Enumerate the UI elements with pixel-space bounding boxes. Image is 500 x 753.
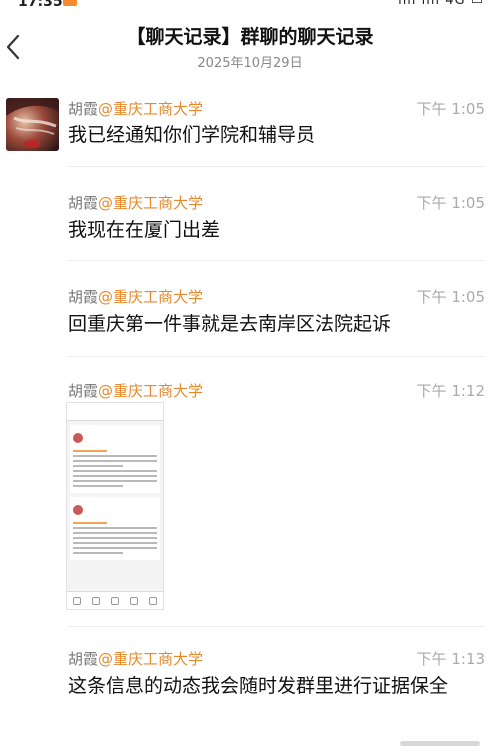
message-text: 我现在在厦门出差: [68, 219, 221, 241]
message-time: 下午 1:05: [416, 288, 485, 306]
sender-label: 胡霞@重庆工商大学: [68, 648, 203, 669]
sender-org-link[interactable]: @重庆工商大学: [98, 650, 203, 668]
message-text: 这条信息的动态我会随时发群里进行证据保全: [68, 675, 449, 697]
message-time: 下午 1:13: [416, 650, 485, 668]
status-time: 17:35: [18, 0, 63, 10]
screenshot-thumbnail[interactable]: [66, 402, 164, 610]
divider: [68, 260, 485, 261]
home-indicator[interactable]: [400, 741, 480, 746]
chat-message: 胡霞@重庆工商大学 下午 1:05 我已经通知你们学院和辅导员: [0, 96, 500, 166]
sender-name: 胡霞: [68, 288, 99, 306]
message-text: 回重庆第一件事就是去南岸区法院起诉: [68, 313, 392, 335]
status-bar: 17:35 ııll ııll 4G ▭: [0, 0, 500, 14]
sender-org-link[interactable]: @重庆工商大学: [98, 194, 203, 212]
sender-org-link[interactable]: @重庆工商大学: [98, 100, 203, 118]
message-time: 下午 1:12: [416, 382, 485, 400]
sender-label: 胡霞@重庆工商大学: [68, 98, 203, 119]
sender-name: 胡霞: [68, 194, 99, 212]
notification-icon: [63, 0, 77, 6]
divider: [68, 166, 485, 167]
chat-message: 胡霞@重庆工商大学 下午 1:05 回重庆第一件事就是去南岸区法院起诉: [0, 286, 500, 346]
signal-battery-icons: ııll ııll 4G ▭: [398, 0, 484, 8]
sender-org-link[interactable]: @重庆工商大学: [98, 382, 203, 400]
chat-header: 【聊天记录】群聊的聊天记录 2025年10月29日: [0, 14, 500, 80]
sender-label: 胡霞@重庆工商大学: [68, 380, 203, 401]
divider: [68, 626, 485, 627]
divider: [68, 356, 485, 357]
message-text: 我已经通知你们学院和辅导员: [68, 124, 316, 146]
sender-org-link[interactable]: @重庆工商大学: [98, 288, 203, 306]
sender-label: 胡霞@重庆工商大学: [68, 192, 203, 213]
chat-date: 2025年10月29日: [197, 56, 303, 71]
page-title: 【聊天记录】群聊的聊天记录: [126, 26, 374, 48]
chat-message: 胡霞@重庆工商大学 下午 1:13 这条信息的动态我会随时发群里进行证据保全: [0, 648, 500, 738]
message-time: 下午 1:05: [416, 194, 485, 212]
chat-message: 胡霞@重庆工商大学 下午 1:05 我现在在厦门出差: [0, 192, 500, 252]
chat-message: 胡霞@重庆工商大学 下午 1:12: [0, 380, 500, 404]
sender-name: 胡霞: [68, 650, 99, 668]
sender-label: 胡霞@重庆工商大学: [68, 286, 203, 307]
sender-name: 胡霞: [68, 382, 99, 400]
user-avatar[interactable]: [6, 98, 59, 151]
sender-name: 胡霞: [68, 100, 99, 118]
message-time: 下午 1:05: [416, 100, 485, 118]
